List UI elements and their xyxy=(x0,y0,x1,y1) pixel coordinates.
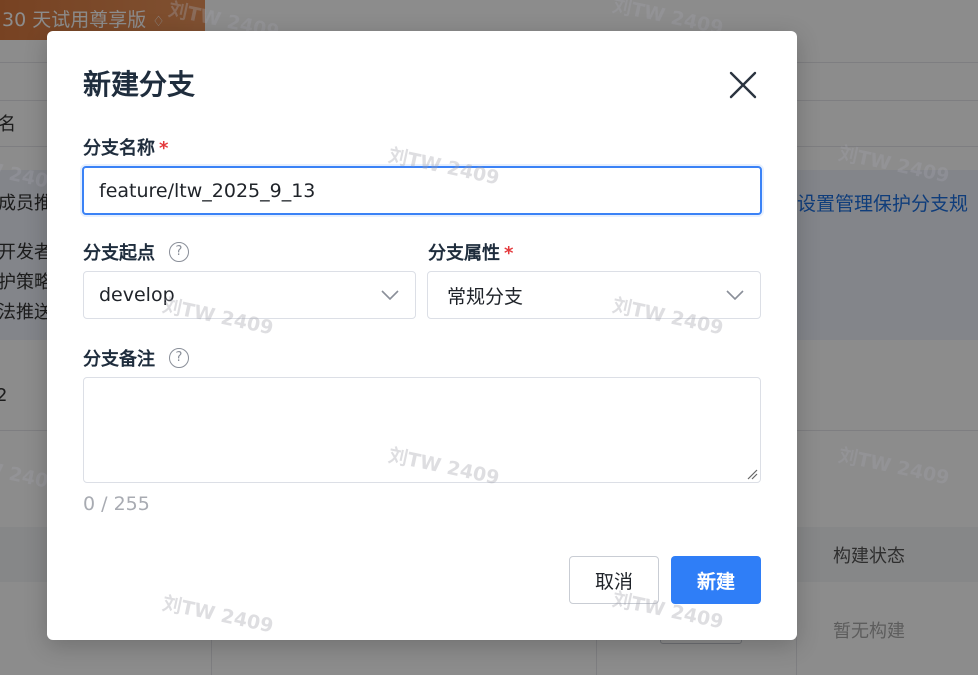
branch-origin-select[interactable]: develop xyxy=(83,271,416,319)
branch-origin-value: develop xyxy=(99,284,175,306)
branch-note-textarea[interactable] xyxy=(83,377,761,483)
branch-origin-label-text: 分支起点 xyxy=(83,243,155,264)
close-icon xyxy=(729,71,757,99)
cancel-button[interactable]: 取消 xyxy=(569,556,659,604)
create-button[interactable]: 新建 xyxy=(671,556,761,604)
required-mark: * xyxy=(159,138,169,159)
branch-note-label: 分支备注? xyxy=(83,345,189,371)
branch-attr-select[interactable]: 常规分支 xyxy=(427,271,761,319)
branch-name-label: 分支名称 * xyxy=(83,134,168,160)
branch-name-label-text: 分支名称 xyxy=(83,138,155,159)
close-button[interactable] xyxy=(727,69,759,101)
branch-attr-value: 常规分支 xyxy=(447,285,524,308)
branch-attr-label-text: 分支属性 xyxy=(428,243,500,264)
required-mark: * xyxy=(504,243,514,264)
branch-attr-label: 分支属性 * xyxy=(428,239,513,265)
branch-origin-label: 分支起点? xyxy=(83,239,189,265)
branch-note-label-text: 分支备注 xyxy=(83,349,155,370)
help-icon[interactable]: ? xyxy=(169,348,189,368)
new-branch-dialog: 新建分支 分支名称 * feature/ltw_2025_9_13 分支起点? d… xyxy=(47,31,797,640)
resize-handle-icon[interactable] xyxy=(746,468,758,480)
branch-name-value: feature/ltw_2025_9_13 xyxy=(99,179,316,202)
chevron-down-icon xyxy=(726,290,744,300)
help-icon[interactable]: ? xyxy=(169,242,189,262)
dialog-title: 新建分支 xyxy=(83,68,196,101)
branch-name-input[interactable]: feature/ltw_2025_9_13 xyxy=(82,166,762,215)
chevron-down-icon xyxy=(381,290,399,300)
char-counter: 0 / 255 xyxy=(83,493,150,515)
